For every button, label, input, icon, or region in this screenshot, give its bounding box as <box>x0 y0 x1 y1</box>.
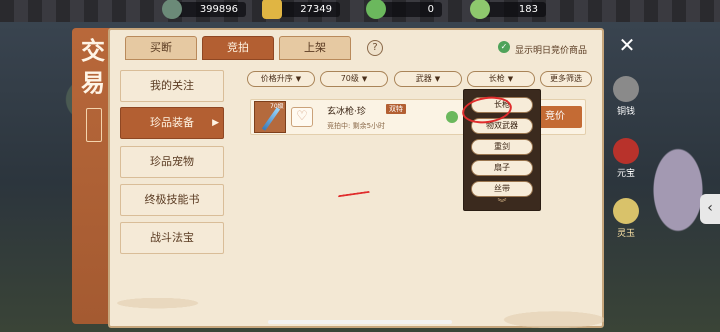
item-level: 70级 <box>270 103 284 110</box>
copper-coin-icon <box>613 76 639 102</box>
gold-ingot-icon <box>613 138 639 164</box>
item-status: 竞拍中: 剩余5小时 <box>327 122 386 130</box>
currency-ingot[interactable]: 元宝 <box>610 138 642 184</box>
background-creature <box>648 140 708 240</box>
jade-ring-icon <box>366 0 386 19</box>
copper-coin-icon <box>162 0 182 19</box>
seal-icon <box>86 108 102 142</box>
filter-label: 长枪 <box>488 74 505 83</box>
dropdown-option-heavy-sword[interactable]: 重剑 <box>471 139 533 155</box>
filter-label: 价格升序 <box>260 74 293 83</box>
currency-label: 元宝 <box>616 169 635 179</box>
item-tag: 双特 <box>386 104 406 114</box>
filter-weapon-type[interactable]: 长枪 ▼ <box>467 71 535 87</box>
resource-copper-value: 399896 <box>199 4 238 15</box>
category-label: 珍品装备 <box>150 116 194 129</box>
currency-copper[interactable]: 铜钱 <box>610 76 642 122</box>
resource-jade-coin-value: 183 <box>518 4 538 15</box>
filter-more[interactable]: 更多筛选 <box>540 71 592 87</box>
category-label: 珍品宠物 <box>150 155 194 168</box>
show-next-day-label[interactable]: 显示明日竞价商品 <box>515 43 587 56</box>
chevron-down-icon: ▼ <box>434 75 441 83</box>
gold-ingot-icon <box>262 0 282 19</box>
tab-auction[interactable]: 竞拍 <box>202 36 274 60</box>
tab-buyout[interactable]: 买断 <box>125 36 197 60</box>
category-label: 终极技能书 <box>144 193 200 206</box>
trade-title-banner: 交 易 <box>72 28 112 324</box>
chevron-down-icon: ▼ <box>507 75 514 83</box>
category-rare-pets[interactable]: 珍品宠物 <box>120 146 224 178</box>
resource-jade-ring-value: 0 <box>427 4 434 15</box>
dropdown-option-fan[interactable]: 扇子 <box>471 160 533 176</box>
category-battle-treasures[interactable]: 战斗法宝 <box>120 222 224 254</box>
category-label: 战斗法宝 <box>150 231 194 244</box>
chevron-down-icon: ▼ <box>295 75 302 83</box>
currency-label: 铜钱 <box>616 107 635 117</box>
dropdown-more-icon[interactable]: ︾ <box>492 199 512 209</box>
category-ultimate-skill-books[interactable]: 终极技能书 <box>120 184 224 216</box>
currency-label: 灵玉 <box>616 229 635 239</box>
dropdown-option-ribbon[interactable]: 丝带 <box>471 181 533 197</box>
currency-jade[interactable]: 灵玉 <box>610 198 642 244</box>
filter-label: 70级 <box>340 74 359 83</box>
filter-level[interactable]: 70级 ▼ <box>320 71 388 87</box>
home-indicator[interactable] <box>268 320 452 324</box>
filter-price-sort[interactable]: 价格升序 ▼ <box>247 71 315 87</box>
jade-coin-icon <box>470 0 490 19</box>
jade-price-icon <box>446 111 458 123</box>
jade-coin-icon <box>613 198 639 224</box>
help-button[interactable]: ? <box>367 40 383 56</box>
category-label: 我的关注 <box>150 79 194 92</box>
filter-equipment-type[interactable]: 武器 ▼ <box>394 71 462 87</box>
item-name: 玄冰枪·珍 <box>327 107 366 117</box>
resource-jade-coin: 183 <box>470 0 546 19</box>
category-rare-equipment[interactable]: 珍品装备 ▶ <box>120 107 224 139</box>
resource-gold-value: 27349 <box>300 4 332 15</box>
title-char-2: 易 <box>81 68 105 97</box>
filter-label: 更多筛选 <box>550 74 582 83</box>
background-roof <box>0 0 720 22</box>
spear-blade <box>261 107 281 131</box>
filter-label: 武器 <box>415 74 432 83</box>
chevron-right-icon: ▶ <box>212 118 219 128</box>
resource-jade-ring: 0 <box>366 0 442 19</box>
resource-copper: 399896 <box>162 0 246 19</box>
follow-heart-icon[interactable]: ♡ <box>291 107 313 127</box>
resource-gold: 27349 <box>262 0 340 19</box>
category-my-follows[interactable]: 我的关注 <box>120 70 224 102</box>
show-next-day-checkbox[interactable]: ✓ <box>498 41 510 53</box>
title-char-1: 交 <box>81 36 105 65</box>
close-button[interactable]: ✕ <box>616 34 638 56</box>
side-drawer-tab[interactable]: ‹ <box>700 194 720 224</box>
tab-list-item[interactable]: 上架 <box>279 36 351 60</box>
chevron-down-icon: ▼ <box>361 75 368 83</box>
